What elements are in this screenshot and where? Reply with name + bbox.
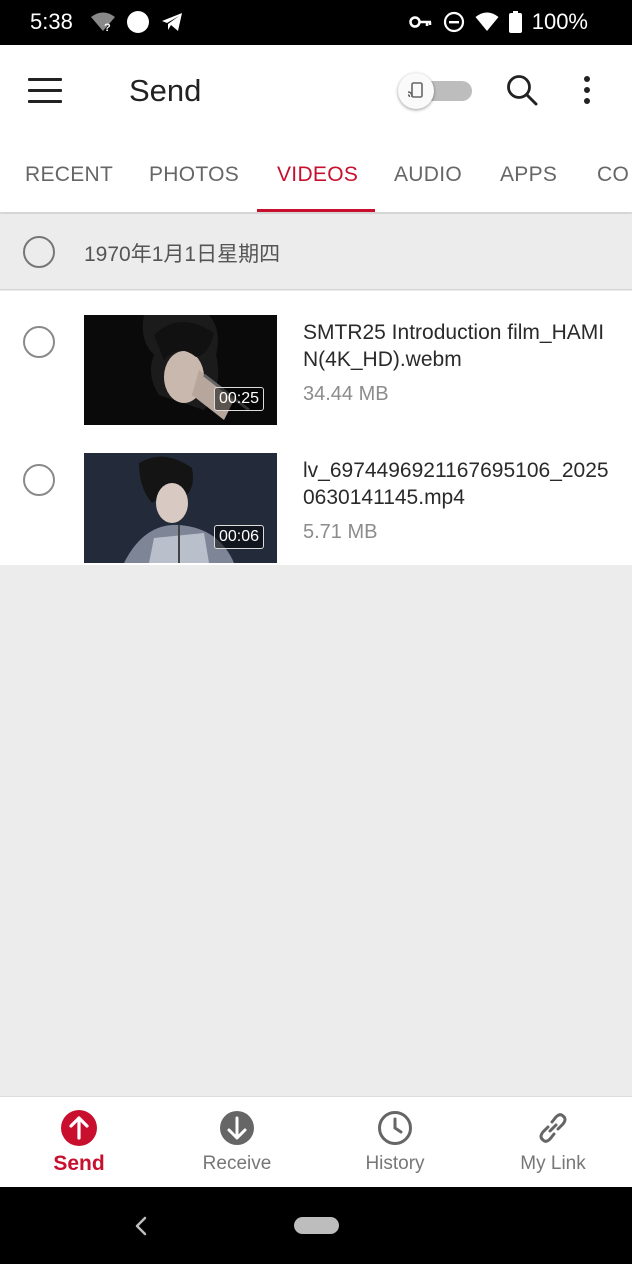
battery-icon	[508, 11, 522, 33]
receive-down-arrow-icon	[220, 1111, 254, 1145]
nav-my-link[interactable]: My Link	[474, 1097, 632, 1188]
tab-indicator	[257, 209, 375, 212]
menu-icon[interactable]	[28, 78, 62, 104]
nav-send[interactable]: Send	[0, 1097, 158, 1188]
tab-audio[interactable]: AUDIO	[394, 163, 462, 187]
clock-icon	[378, 1111, 412, 1145]
app-bar: Send	[0, 45, 632, 135]
wifi-icon	[475, 12, 499, 31]
do-not-disturb-icon	[443, 11, 464, 33]
back-icon[interactable]	[131, 1215, 151, 1237]
video-thumbnail: 00:25	[84, 315, 277, 425]
battery-percentage: 100%	[531, 9, 588, 34]
video-thumbnail: 00:06	[84, 453, 277, 563]
wifi-question-icon: ?	[91, 12, 115, 33]
tab-recent[interactable]: RECENT	[25, 163, 113, 187]
list-item[interactable]: 00:25 SMTR25 Introduction film_HAMIN(4K_…	[0, 291, 632, 429]
file-name: SMTR25 Introduction film_HAMIN(4K_HD).we…	[303, 321, 605, 371]
svg-text:?: ?	[104, 22, 111, 33]
bottom-nav: Send Receive History My Link	[0, 1096, 632, 1187]
tab-contacts[interactable]: CO	[597, 163, 629, 187]
home-button[interactable]	[294, 1217, 339, 1234]
nav-label: Receive	[202, 1153, 272, 1174]
date-group-header[interactable]: 1970年1月1日星期四	[0, 214, 632, 290]
link-icon	[539, 1113, 567, 1143]
status-time: 5:38	[30, 9, 73, 34]
status-bar: 5:38 ? 100%	[0, 0, 632, 45]
search-icon[interactable]	[505, 73, 539, 107]
system-nav-bar	[0, 1187, 632, 1264]
select-item-radio[interactable]	[23, 326, 55, 358]
nav-label: Send	[53, 1152, 105, 1175]
tab-apps[interactable]: APPS	[500, 163, 557, 187]
cast-toggle[interactable]	[398, 73, 474, 109]
telegram-icon	[162, 13, 182, 31]
nav-label: History	[365, 1153, 425, 1174]
date-group-label: 1970年1月1日星期四	[84, 243, 281, 266]
vpn-key-icon	[408, 16, 431, 28]
tab-videos[interactable]: VIDEOS	[277, 163, 358, 187]
select-group-radio[interactable]	[23, 236, 55, 268]
send-up-arrow-icon	[61, 1110, 97, 1146]
file-name: lv_6974496921167695106_20250630141145.mp…	[303, 459, 609, 509]
page-title: Send	[129, 73, 202, 108]
toggle-thumb	[398, 73, 434, 109]
cast-icon	[407, 82, 423, 98]
video-list: 00:25 SMTR25 Introduction film_HAMIN(4K_…	[0, 291, 632, 565]
select-item-radio[interactable]	[23, 464, 55, 496]
video-duration: 00:06	[213, 525, 264, 549]
tab-bar: RECENT PHOTOS VIDEOS AUDIO APPS CO	[0, 135, 632, 213]
status-left-icons: ?	[90, 10, 184, 34]
status-right-icons: 100%	[408, 9, 588, 35]
nav-label: My Link	[520, 1153, 586, 1174]
file-size: 34.44 MB	[303, 383, 389, 405]
tab-photos[interactable]: PHOTOS	[149, 163, 239, 187]
list-item[interactable]: 00:06 lv_6974496921167695106_20250630141…	[0, 429, 632, 567]
file-size: 5.71 MB	[303, 521, 378, 543]
nav-receive[interactable]: Receive	[158, 1097, 316, 1188]
video-duration: 00:25	[213, 387, 264, 411]
nav-history[interactable]: History	[316, 1097, 474, 1188]
more-vert-icon[interactable]	[574, 75, 600, 107]
circle-icon	[127, 11, 149, 33]
